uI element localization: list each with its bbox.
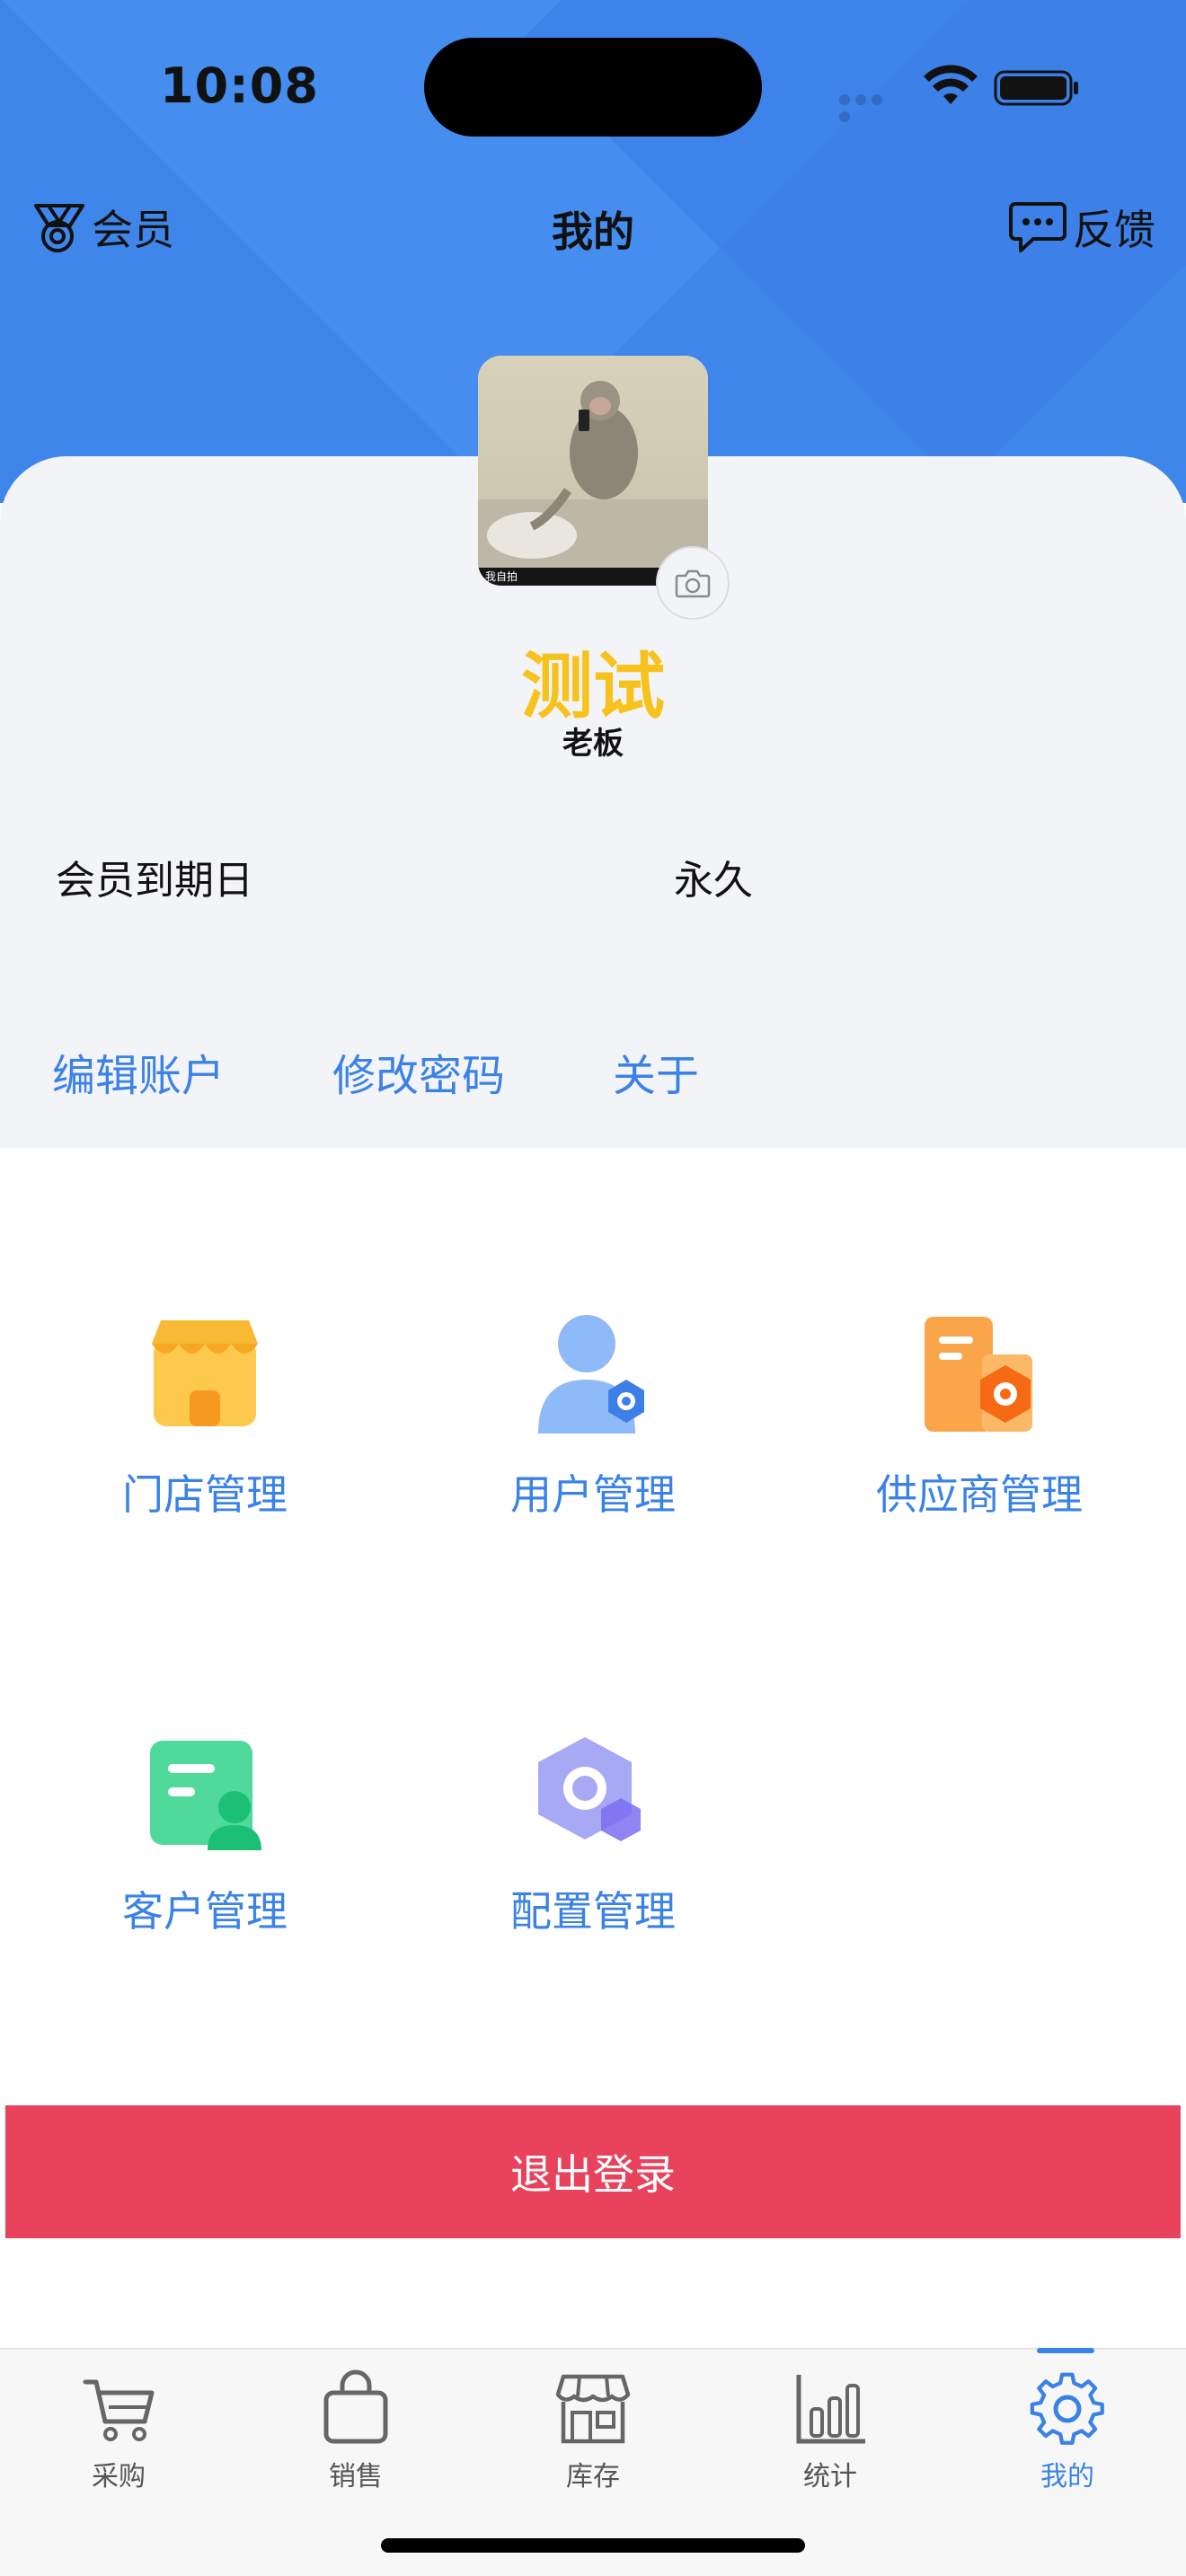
edit-account-link[interactable]: 编辑账户: [52, 1040, 225, 1103]
feedback-label: 反馈: [1073, 206, 1155, 254]
about-link[interactable]: 关于: [613, 1040, 699, 1103]
customer-icon: [150, 1741, 261, 1850]
module-label: 配置管理: [510, 1887, 676, 1936]
tab-purchase[interactable]: 采购: [0, 2350, 237, 2529]
feedback-button[interactable]: 反馈: [1008, 198, 1155, 257]
module-customer-management[interactable]: 客户管理: [61, 1725, 349, 1938]
member-expiry-value: 永久: [674, 858, 753, 904]
active-tab-indicator: [1037, 2348, 1094, 2353]
user-role: 老板: [562, 726, 624, 762]
cart-icon: [83, 2379, 155, 2441]
module-store-management[interactable]: 门店管理: [61, 1308, 349, 1522]
module-supplier-management[interactable]: 供应商管理: [836, 1308, 1123, 1522]
change-password-link[interactable]: 修改密码: [332, 1040, 505, 1103]
module-config-management[interactable]: 配置管理: [449, 1725, 737, 1938]
battery-icon: [994, 70, 1078, 106]
tab-label: 统计: [803, 2461, 857, 2492]
tab-label: 采购: [92, 2461, 146, 2492]
chart-icon: [796, 2375, 865, 2444]
change-avatar-button[interactable]: [656, 546, 730, 620]
module-label: 用户管理: [510, 1470, 676, 1519]
cellular-signal-icon: [839, 92, 902, 122]
store-icon: [152, 1320, 258, 1426]
tab-label: 我的: [1040, 2461, 1094, 2492]
camera-icon: [675, 569, 711, 598]
account-links: 编辑账户 修改密码 关于: [52, 1040, 699, 1103]
home-indicator: [381, 2538, 805, 2553]
user-name: 测试: [521, 645, 665, 728]
supplier-icon: [925, 1317, 1032, 1432]
status-time: 10:08: [160, 57, 319, 114]
user-settings-icon: [538, 1315, 644, 1434]
bag-icon: [323, 2369, 388, 2444]
tab-label: 销售: [329, 2461, 383, 2492]
chat-bubble-icon: [1009, 202, 1067, 252]
avatar-caption: 我自拍: [485, 569, 518, 583]
module-label: 供应商管理: [876, 1470, 1083, 1519]
member-expiry-label: 会员到期日: [56, 858, 253, 904]
status-icons: [839, 59, 1082, 122]
module-label: 门店管理: [122, 1470, 288, 1519]
tab-inventory[interactable]: 库存: [474, 2350, 712, 2529]
tab-sales[interactable]: 销售: [237, 2350, 474, 2529]
config-icon: [538, 1737, 641, 1841]
wifi-icon: [924, 65, 978, 104]
tab-statistics[interactable]: 统计: [712, 2350, 949, 2529]
dynamic-island: [424, 38, 762, 137]
warehouse-icon: [555, 2374, 631, 2444]
tab-label: 库存: [566, 2461, 620, 2492]
tab-mine[interactable]: 我的: [949, 2350, 1186, 2529]
module-user-management[interactable]: 用户管理: [449, 1308, 737, 1522]
logout-button[interactable]: 退出登录: [5, 2105, 1181, 2238]
gear-icon: [1030, 2372, 1104, 2445]
module-label: 客户管理: [122, 1887, 288, 1936]
